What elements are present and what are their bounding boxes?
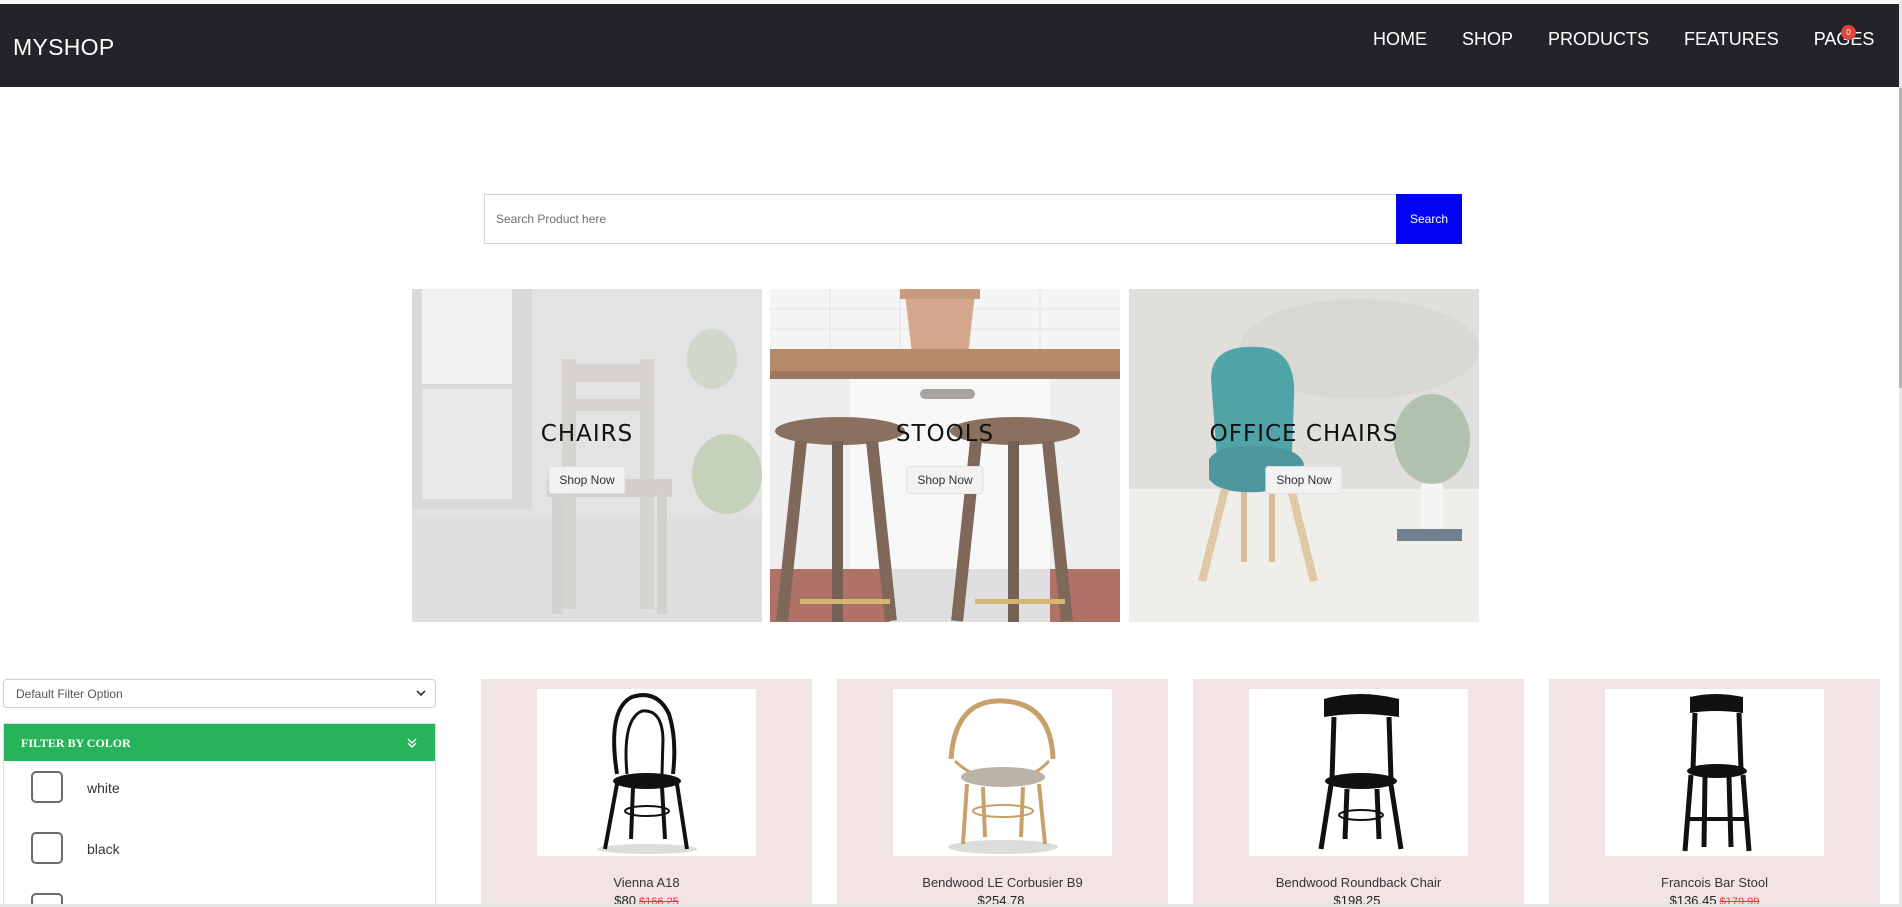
nav-features[interactable]: FEATURES xyxy=(1684,29,1779,50)
product-name[interactable]: Bendwood LE Corbusier B9 xyxy=(837,875,1168,890)
category-overlay xyxy=(1129,289,1479,622)
navbar: MYSHOP HOME SHOP PRODUCTS FEATURES PAGES… xyxy=(0,4,1899,87)
product-card[interactable]: Francois Bar Stool $136.45 $179.99 xyxy=(1549,679,1880,907)
color-option-white: white xyxy=(4,761,435,822)
color-label: black xyxy=(87,841,120,857)
product-image[interactable] xyxy=(1605,689,1824,856)
nav-products[interactable]: PRODUCTS xyxy=(1548,29,1649,50)
nav-shop[interactable]: SHOP xyxy=(1462,29,1513,50)
shop-now-button[interactable]: Shop Now xyxy=(548,466,626,494)
category-overlay xyxy=(770,289,1120,622)
color-filter-panel: FILTER BY COLOR white black xyxy=(3,723,436,907)
product-card[interactable]: Bendwood Roundback Chair $198.25 xyxy=(1193,679,1524,907)
search-bar: Search xyxy=(484,194,1462,244)
brand-logo[interactable]: MYSHOP xyxy=(13,34,114,61)
filter-select[interactable]: Default Filter Option xyxy=(3,679,436,708)
vienna-chair-image xyxy=(597,693,697,854)
chevron-down-icon xyxy=(416,690,426,697)
page: MYSHOP HOME SHOP PRODUCTS FEATURES PAGES… xyxy=(0,0,1902,907)
category-card-office-chairs[interactable]: OFFICE CHAIRS Shop Now xyxy=(1129,289,1479,622)
category-card-stools[interactable]: STOOLS Shop Now xyxy=(770,289,1120,622)
category-title: OFFICE CHAIRS xyxy=(1209,421,1399,447)
category-title: STOOLS xyxy=(895,421,995,447)
color-filter-title: FILTER BY COLOR xyxy=(21,736,131,750)
product-image[interactable] xyxy=(537,689,756,856)
product-name[interactable]: Francois Bar Stool xyxy=(1549,875,1880,890)
product-image[interactable] xyxy=(893,689,1112,856)
category-overlay xyxy=(412,289,762,622)
cart-badge[interactable]: 0 xyxy=(1841,25,1856,40)
product-card[interactable]: Bendwood LE Corbusier B9 $254.78 xyxy=(837,679,1168,907)
product-image[interactable] xyxy=(1249,689,1468,856)
roundback-chair-image xyxy=(1318,694,1404,850)
color-label: white xyxy=(87,780,120,796)
search-button[interactable]: Search xyxy=(1396,194,1462,244)
color-option-black: black xyxy=(4,822,435,883)
bar-stool-image xyxy=(1682,694,1752,852)
double-chevron-down-icon xyxy=(407,738,417,748)
filter-select-value: Default Filter Option xyxy=(16,687,123,701)
color-filter-header[interactable]: FILTER BY COLOR xyxy=(4,724,435,761)
nav-home[interactable]: HOME xyxy=(1373,29,1427,50)
checkbox-white[interactable] xyxy=(31,771,63,803)
search-input[interactable] xyxy=(484,194,1396,244)
product-name[interactable]: Vienna A18 xyxy=(481,875,812,890)
shop-now-button[interactable]: Shop Now xyxy=(1265,466,1343,494)
nav-links: HOME SHOP PRODUCTS FEATURES PAGES xyxy=(1373,29,1874,50)
corbusier-chair-image xyxy=(948,698,1058,854)
product-card[interactable]: Vienna A18 $80 $166.25 xyxy=(481,679,812,907)
product-name[interactable]: Bendwood Roundback Chair xyxy=(1193,875,1524,890)
category-card-chairs[interactable]: CHAIRS Shop Now xyxy=(412,289,762,622)
checkbox-black[interactable] xyxy=(31,832,63,864)
category-title: CHAIRS xyxy=(540,421,634,447)
shop-now-button[interactable]: Shop Now xyxy=(906,466,984,494)
